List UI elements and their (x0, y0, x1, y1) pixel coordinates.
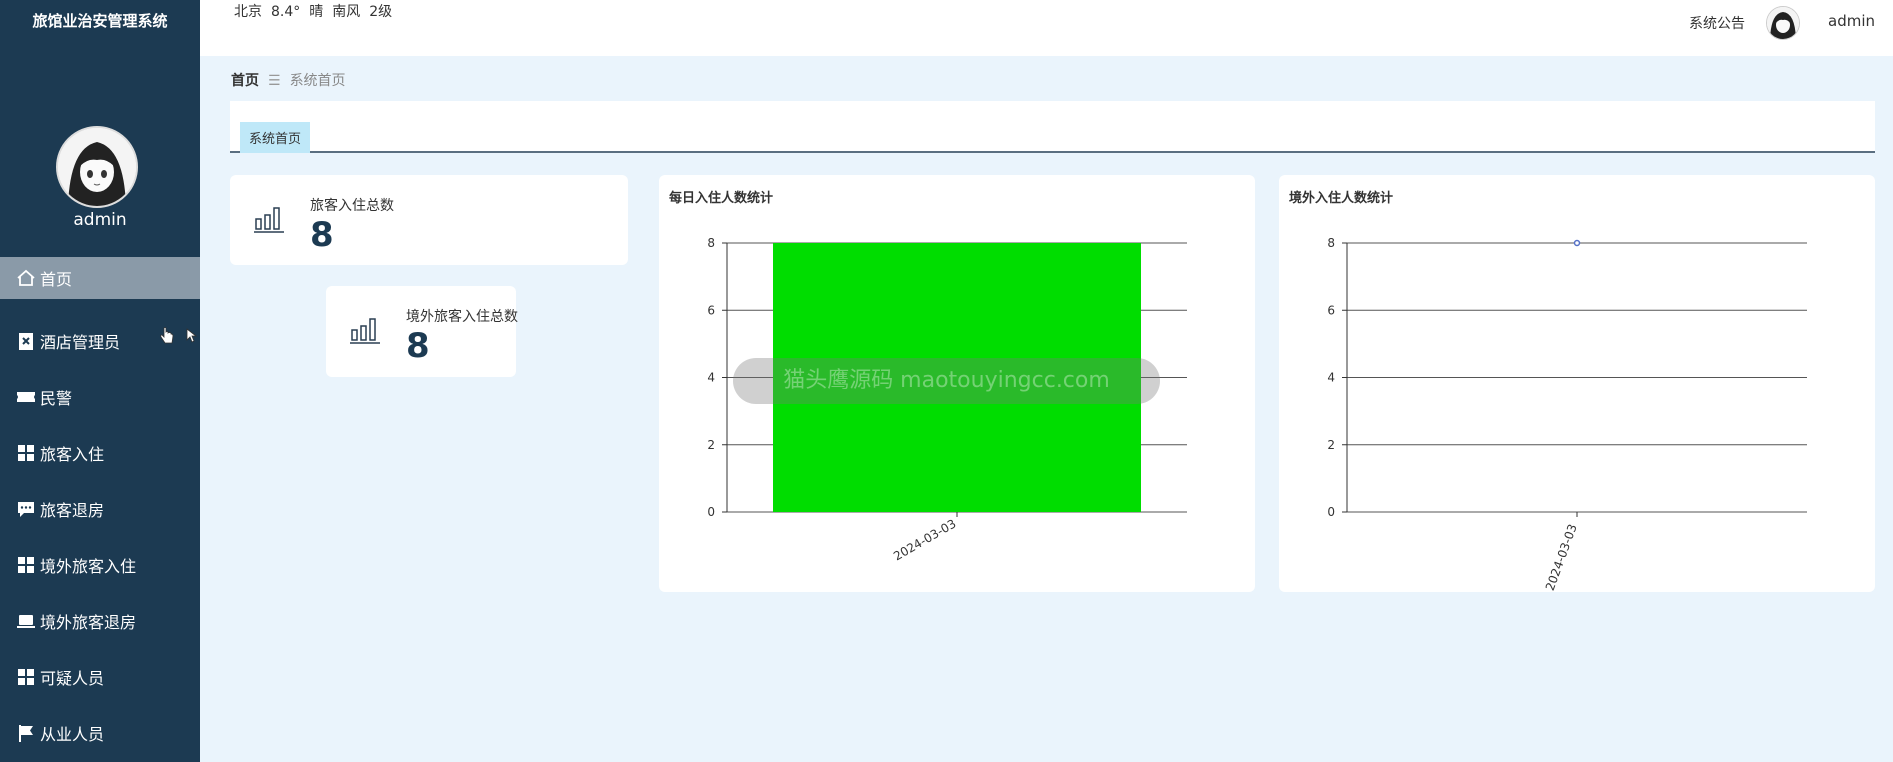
weather-temp: 8.4° (271, 4, 301, 20)
avatar[interactable] (56, 126, 138, 208)
breadcrumb-separator-icon: ☰ (268, 73, 281, 89)
arrow-cursor-icon (186, 328, 198, 348)
sidebar-item-staff[interactable]: 从业人员 (0, 705, 200, 761)
sidebar-item-label: 境外旅客退房 (40, 613, 137, 632)
sidebar-item-foreign-checkin[interactable]: 境外旅客入住 (0, 537, 200, 593)
weather-condition: 晴 (309, 4, 324, 20)
y-tick-label: 8 (707, 236, 715, 250)
weather-level: 2级 (369, 4, 393, 20)
x-tick-label: 2024-03-03 (1543, 522, 1580, 592)
breadcrumb: 首页 ☰ 系统首页 (231, 70, 346, 90)
y-tick-label: 2 (1327, 438, 1335, 452)
sidebar-item-home[interactable]: 首页 (0, 257, 200, 299)
y-tick-label: 6 (707, 303, 715, 317)
sidebar-item-label: 从业人员 (40, 725, 105, 744)
bar-chart-icon (350, 316, 380, 348)
bar-chart-icon (254, 205, 284, 237)
grid-icon (16, 443, 36, 463)
clipboard-icon (16, 331, 36, 351)
sidebar-item-label: 旅客退房 (40, 501, 105, 520)
y-tick-label: 0 (707, 505, 715, 519)
system-notice-link[interactable]: 系统公告 (1689, 13, 1745, 33)
sidebar-item-suspects[interactable]: 可疑人员 (0, 649, 200, 705)
y-tick-label: 2 (707, 438, 715, 452)
breadcrumb-home[interactable]: 首页 (231, 73, 259, 89)
chat-icon (16, 499, 36, 519)
sidebar-item-checkout[interactable]: 旅客退房 (0, 481, 200, 537)
home-icon (16, 268, 36, 288)
stat-card-total-checkins: 旅客入住总数 8 (230, 175, 628, 265)
y-tick-label: 8 (1327, 236, 1335, 250)
sidebar-item-label: 旅客入住 (40, 445, 105, 464)
ticket-icon (16, 387, 36, 407)
grid-icon (16, 555, 36, 575)
sidebar-item-label: 首页 (40, 270, 73, 289)
sidebar-item-label: 境外旅客入住 (40, 557, 137, 576)
y-tick-label: 6 (1327, 303, 1335, 317)
stat-value: 8 (310, 215, 334, 255)
stat-value: 8 (406, 326, 430, 366)
y-tick-label: 4 (707, 371, 715, 385)
laptop-icon (16, 611, 36, 631)
y-tick-label: 0 (1327, 505, 1335, 519)
stat-label: 旅客入住总数 (310, 198, 394, 214)
grid-icon (16, 667, 36, 687)
breadcrumb-current: 系统首页 (289, 73, 346, 89)
x-tick-label: 2024-03-03 (891, 516, 958, 563)
tab-system-home[interactable]: 系统首页 (240, 122, 311, 153)
sidebar-item-label: 可疑人员 (40, 669, 105, 688)
sidebar-item-label: 民警 (40, 389, 73, 408)
y-tick-label: 4 (1327, 371, 1335, 385)
sidebar-item-label: 酒店管理员 (40, 333, 121, 352)
tab-bar: 系统首页 (230, 101, 1875, 153)
user-name[interactable]: admin (1828, 12, 1875, 30)
stat-card-foreign-checkins: 境外旅客入住总数 8 (326, 286, 518, 377)
foreign-checkin-chart: 0 2 4 6 8 2024-03-03 (1327, 236, 1807, 592)
flag-icon (16, 723, 36, 743)
weather-wind: 南风 (332, 4, 361, 20)
sidebar-item-checkin[interactable]: 旅客入住 (0, 425, 200, 481)
data-point (1573, 239, 1581, 247)
weather-city: 北京 (234, 4, 262, 20)
stat-label: 境外旅客入住总数 (406, 309, 518, 325)
weather-widget: 北京 8.4° 晴南风 2级 (234, 1, 401, 21)
watermark: 猫头鹰源码 maotouyingcc.com (733, 358, 1160, 404)
profile-name: admin (73, 210, 127, 230)
foreign-checkin-chart-card: 境外入住人数统计 0 2 4 6 8 2024-03-03 (1279, 175, 1875, 592)
sidebar-item-foreign-checkout[interactable]: 境外旅客退房 (0, 593, 200, 649)
hand-cursor-icon (160, 327, 174, 349)
avatar[interactable] (1766, 6, 1800, 40)
sidebar-item-police[interactable]: 民警 (0, 369, 200, 425)
top-bar: 北京 8.4° 晴南风 2级 系统公告 admin (200, 0, 1893, 56)
sidebar: 旅馆业治安管理系统 admin 首页 酒店管理员 民警 旅客入住 旅客退房 境外… (0, 0, 200, 762)
app-title: 旅馆业治安管理系统 (32, 12, 168, 30)
